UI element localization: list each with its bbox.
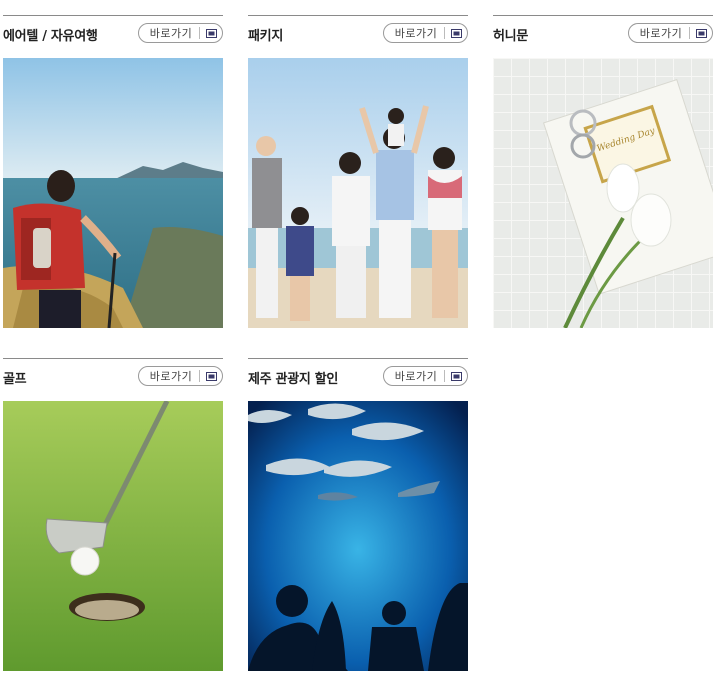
new-window-icon	[200, 24, 222, 42]
golf-putter-ball-photo[interactable]	[3, 401, 223, 671]
card-title: 허니문	[493, 29, 528, 44]
aquarium-fish-photo[interactable]	[248, 401, 468, 671]
go-button[interactable]: 바로가기	[138, 23, 223, 43]
card-title: 패키지	[248, 29, 283, 44]
go-button-label: 바로가기	[149, 27, 193, 40]
product-card-airtel: 에어텔 / 자유여행 바로가기	[3, 15, 223, 328]
card-title: 골프	[3, 372, 27, 387]
go-button-label: 바로가기	[394, 370, 438, 383]
new-window-icon	[200, 367, 222, 385]
new-window-icon	[690, 24, 712, 42]
go-button-label: 바로가기	[394, 27, 438, 40]
product-card-honeymoon: 허니문 바로가기 Wedding Day	[493, 15, 713, 328]
family-beach-photo[interactable]	[248, 58, 468, 328]
go-button[interactable]: 바로가기	[628, 23, 713, 43]
card-header: 패키지 바로가기	[248, 15, 468, 56]
card-header: 제주 관광지 할인 바로가기	[248, 358, 468, 399]
card-header: 에어텔 / 자유여행 바로가기	[3, 15, 223, 56]
new-window-icon	[445, 24, 467, 42]
hiker-seaside-photo[interactable]	[3, 58, 223, 328]
new-window-icon	[445, 367, 467, 385]
card-title: 에어텔 / 자유여행	[3, 29, 98, 44]
go-button[interactable]: 바로가기	[138, 366, 223, 386]
product-card-package: 패키지 바로가기	[248, 15, 468, 328]
card-header: 골프 바로가기	[3, 358, 223, 399]
go-button-label: 바로가기	[639, 27, 683, 40]
card-title: 제주 관광지 할인	[248, 372, 339, 387]
go-button-label: 바로가기	[149, 370, 193, 383]
wedding-rings-invitation-photo[interactable]: Wedding Day	[493, 58, 713, 328]
card-header: 허니문 바로가기	[493, 15, 713, 56]
product-card-jeju-attractions: 제주 관광지 할인 바로가기	[248, 358, 468, 671]
product-card-golf: 골프 바로가기	[3, 358, 223, 671]
go-button[interactable]: 바로가기	[383, 23, 468, 43]
go-button[interactable]: 바로가기	[383, 366, 468, 386]
